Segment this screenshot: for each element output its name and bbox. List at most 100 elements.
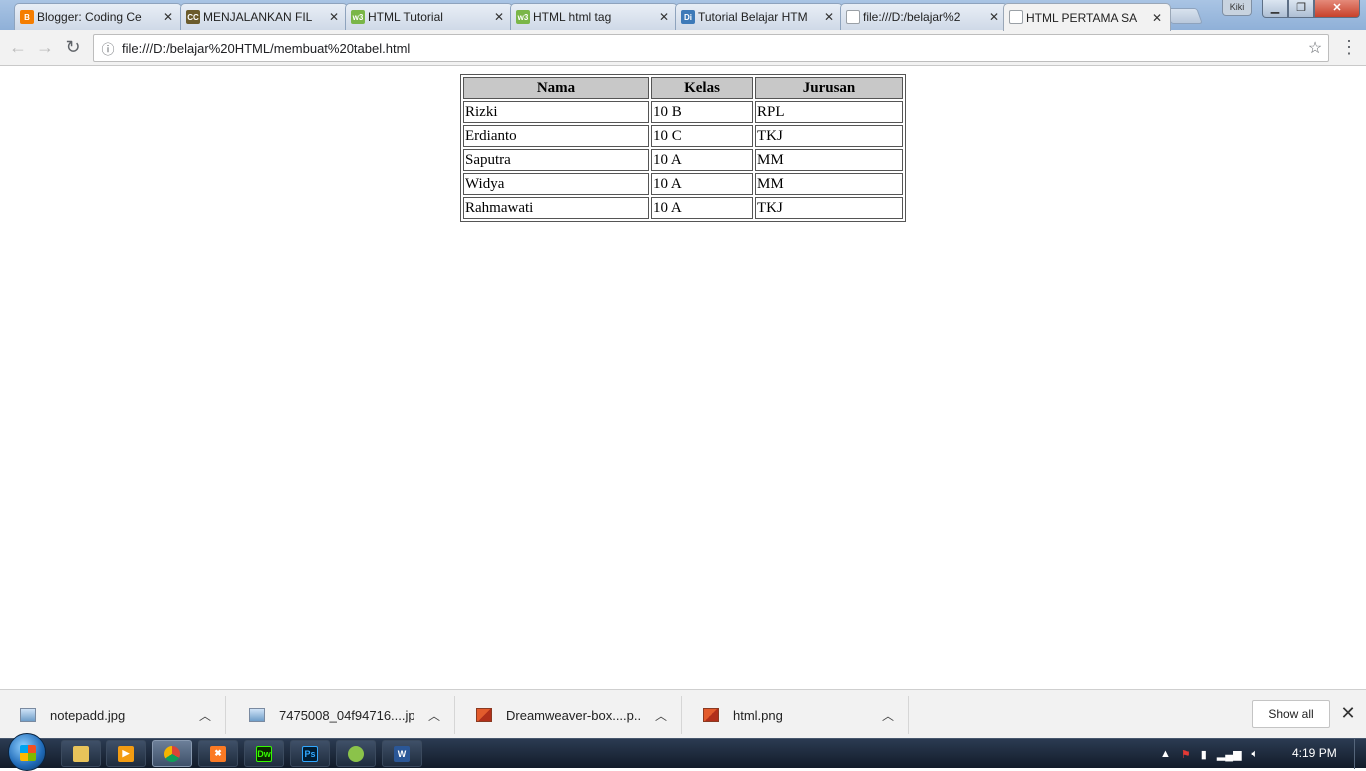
table-row: Rahmawati 10 A TKJ bbox=[463, 197, 903, 219]
chevron-up-icon[interactable]: ︿ bbox=[414, 707, 454, 724]
column-header: Kelas bbox=[651, 77, 753, 99]
messenger-icon bbox=[348, 745, 364, 762]
taskbar-photoshop[interactable]: Ps bbox=[290, 740, 330, 767]
close-window-button[interactable]: ✕ bbox=[1314, 0, 1360, 18]
table-cell: MM bbox=[755, 173, 903, 195]
close-icon[interactable]: ✕ bbox=[1150, 11, 1164, 25]
tab-html-tutorial[interactable]: w3 HTML Tutorial ✕ bbox=[345, 3, 513, 30]
table-cell: 10 A bbox=[651, 173, 753, 195]
bookmark-star-icon[interactable]: ☆ bbox=[1302, 38, 1328, 58]
taskbar-dreamweaver[interactable]: Dw bbox=[244, 740, 284, 767]
download-item[interactable]: Dreamweaver-box....p... ︿ bbox=[456, 696, 682, 734]
photoshop-file-icon bbox=[703, 708, 719, 722]
menu-icon[interactable]: ⋮ bbox=[1340, 36, 1358, 60]
taskbar-media-player[interactable]: ▶ bbox=[106, 740, 146, 767]
start-button[interactable] bbox=[8, 733, 46, 771]
close-icon[interactable]: ✕ bbox=[327, 10, 341, 24]
download-filename: html.png bbox=[733, 707, 783, 723]
table-row: Rizki 10 B RPL bbox=[463, 101, 903, 123]
taskbar-chrome[interactable] bbox=[152, 740, 192, 767]
download-item[interactable]: notepadd.jpg ︿ bbox=[0, 696, 226, 734]
download-shelf: notepadd.jpg ︿ 7475008_04f94716....jpg ︿… bbox=[0, 689, 1366, 738]
codecademy-icon: CC bbox=[186, 10, 200, 24]
windows-logo-icon bbox=[20, 745, 36, 761]
column-header: Nama bbox=[463, 77, 649, 99]
address-bar[interactable]: ⓘ file:///D:/belajar%20HTML/membuat%20ta… bbox=[93, 34, 1329, 62]
table-row: Erdianto 10 C TKJ bbox=[463, 125, 903, 147]
folder-icon bbox=[73, 745, 89, 762]
info-icon[interactable]: ⓘ bbox=[94, 39, 122, 58]
column-header: Jurusan bbox=[755, 77, 903, 99]
chrome-icon bbox=[164, 745, 180, 762]
w3schools-icon: w3 bbox=[351, 10, 365, 24]
download-item[interactable]: html.png ︿ bbox=[683, 696, 909, 734]
table-cell: Widya bbox=[463, 173, 649, 195]
browser-toolbar: ← → ↻ ⓘ file:///D:/belajar%20HTML/membua… bbox=[0, 30, 1366, 66]
reload-icon[interactable]: ↻ bbox=[61, 36, 85, 60]
table-row: Saputra 10 A MM bbox=[463, 149, 903, 171]
forward-arrow-icon[interactable]: → bbox=[33, 36, 57, 60]
tab-title: Tutorial Belajar HTM bbox=[698, 10, 808, 24]
back-arrow-icon[interactable]: ← bbox=[6, 36, 30, 60]
minimize-button[interactable]: ▁ bbox=[1262, 0, 1288, 18]
table-cell: 10 B bbox=[651, 101, 753, 123]
close-icon[interactable]: ✕ bbox=[987, 10, 1001, 24]
system-tray: ▲ ⚑ ▮ ▂▄▆ 🔈︎ bbox=[1160, 739, 1258, 769]
tab-blogger[interactable]: B Blogger: Coding Ce ✕ bbox=[14, 3, 182, 30]
tab-file[interactable]: file:///D:/belajar%2 ✕ bbox=[840, 3, 1008, 30]
chevron-up-icon[interactable]: ︿ bbox=[868, 707, 908, 724]
tab-title: MENJALANKAN FIL bbox=[203, 10, 313, 24]
download-filename: 7475008_04f94716....jpg bbox=[279, 707, 414, 723]
tab-html-pertama[interactable]: HTML PERTAMA SA ✕ bbox=[1003, 3, 1171, 31]
show-all-button[interactable]: Show all bbox=[1252, 700, 1330, 728]
taskbar-explorer[interactable] bbox=[61, 740, 101, 767]
volume-icon[interactable]: 🔈︎ bbox=[1252, 748, 1259, 761]
table-cell: 10 C bbox=[651, 125, 753, 147]
action-center-flag-icon[interactable]: ⚑ bbox=[1181, 748, 1191, 761]
close-icon[interactable]: ✕ bbox=[657, 10, 671, 24]
table-header-row: Nama Kelas Jurusan bbox=[463, 77, 903, 99]
clock[interactable]: 4:19 PM bbox=[1292, 746, 1337, 760]
taskbar: ▶ ✖ Dw Ps W ▲ ⚑ ▮ ▂▄▆ 🔈︎ 4:19 PM bbox=[0, 733, 1366, 771]
signal-icon[interactable]: ▂▄▆ bbox=[1217, 748, 1242, 761]
data-table: Nama Kelas Jurusan Rizki 10 B RPL Erdian… bbox=[460, 74, 906, 222]
tab-html-tag[interactable]: w3 HTML html tag ✕ bbox=[510, 3, 678, 30]
maximize-button[interactable]: ❐ bbox=[1288, 0, 1314, 18]
show-desktop-button[interactable] bbox=[1354, 739, 1366, 769]
xampp-icon: ✖ bbox=[210, 745, 226, 762]
table-cell: Erdianto bbox=[463, 125, 649, 147]
close-icon[interactable]: ✕ bbox=[822, 10, 836, 24]
table-cell: MM bbox=[755, 149, 903, 171]
close-icon[interactable]: ✕ bbox=[1338, 702, 1358, 726]
dreamweaver-icon: Dw bbox=[256, 745, 272, 762]
table-cell: 10 A bbox=[651, 149, 753, 171]
chevron-up-icon[interactable]: ︿ bbox=[185, 707, 225, 724]
tab-menjalankan[interactable]: CC MENJALANKAN FIL ✕ bbox=[180, 3, 348, 30]
profile-button[interactable]: Kiki bbox=[1222, 0, 1252, 16]
media-player-icon: ▶ bbox=[118, 745, 134, 762]
page-content: Nama Kelas Jurusan Rizki 10 B RPL Erdian… bbox=[0, 66, 1366, 689]
tab-title: Blogger: Coding Ce bbox=[37, 10, 142, 24]
chevron-up-icon[interactable]: ︿ bbox=[641, 707, 681, 724]
taskbar-xampp[interactable]: ✖ bbox=[198, 740, 238, 767]
table-cell: TKJ bbox=[755, 197, 903, 219]
table-cell: Saputra bbox=[463, 149, 649, 171]
image-file-icon bbox=[20, 708, 36, 722]
download-item[interactable]: 7475008_04f94716....jpg ︿ bbox=[229, 696, 455, 734]
close-icon[interactable]: ✕ bbox=[161, 10, 175, 24]
taskbar-word[interactable]: W bbox=[382, 740, 422, 767]
tab-title: HTML html tag bbox=[533, 10, 612, 24]
table-cell: RPL bbox=[755, 101, 903, 123]
power-icon[interactable]: ▮ bbox=[1201, 748, 1207, 761]
tab-title: HTML Tutorial bbox=[368, 10, 443, 24]
tab-tutorial-belajar[interactable]: Di Tutorial Belajar HTM ✕ bbox=[675, 3, 843, 30]
duniailkom-icon: Di bbox=[681, 10, 695, 24]
taskbar-messenger[interactable] bbox=[336, 740, 376, 767]
close-icon[interactable]: ✕ bbox=[492, 10, 506, 24]
word-icon: W bbox=[394, 745, 410, 762]
table-row: Widya 10 A MM bbox=[463, 173, 903, 195]
download-filename: Dreamweaver-box....p... bbox=[506, 707, 641, 723]
chevron-up-icon[interactable]: ▲ bbox=[1160, 748, 1171, 760]
file-icon bbox=[1009, 10, 1023, 24]
url-text[interactable]: file:///D:/belajar%20HTML/membuat%20tabe… bbox=[122, 41, 1302, 56]
